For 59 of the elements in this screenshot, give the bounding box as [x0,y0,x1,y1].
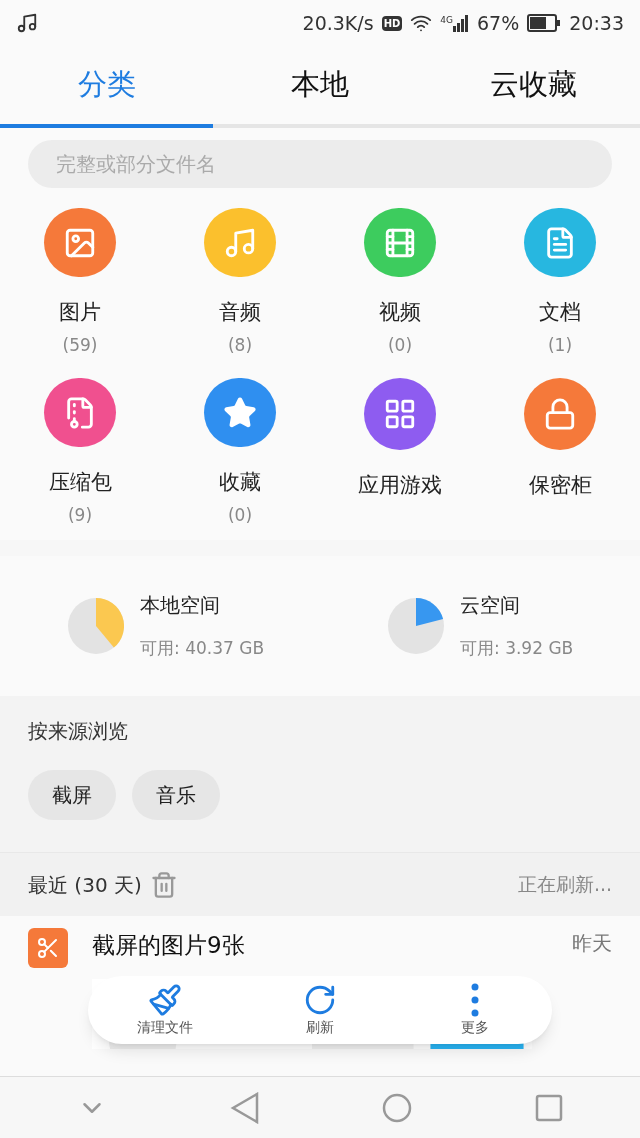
star-icon [223,395,257,430]
signal-icon [453,14,469,32]
home-icon[interactable] [382,1092,413,1123]
category-label: 文档 [539,299,581,326]
battery-percent: 67% [477,10,520,36]
category-item[interactable]: 收藏 (0) [160,378,320,528]
pie-chart [68,598,124,654]
storage-label: 云空间 [460,592,521,620]
category-count: (8) [227,333,253,357]
category-item[interactable]: 文档 (1) [480,208,640,358]
more-icon [470,982,479,1017]
storage-available: 可用: 3.92 GB [460,637,574,661]
category-item[interactable]: 视频 (0) [320,208,480,358]
category-item[interactable]: 保密柜 [480,378,640,528]
battery-icon [527,14,562,32]
recent-item-title[interactable]: 截屏的图片9张 [92,928,548,963]
category-item[interactable]: 音频 (8) [160,208,320,358]
search-field[interactable]: 完整或部分文件名 [28,140,612,188]
category-item[interactable]: 应用游戏 [320,378,480,528]
recent-item-date: 昨天 [572,930,612,957]
category-count: (59) [62,333,98,357]
tab[interactable]: 云收藏 [426,46,640,128]
category-count: (0) [227,503,253,527]
music-note-icon [16,12,38,34]
category-item[interactable]: 压缩包 (9) [0,378,160,528]
source-chip[interactable]: 音乐 [132,770,220,820]
hd-icon: HD [381,15,403,31]
network-type: 4G [440,14,453,27]
storage-available: 可用: 40.37 GB [140,637,265,661]
storage-label: 本地空间 [140,592,221,620]
category-count: (9) [67,503,93,527]
category-label: 收藏 [219,469,261,496]
lock-icon [543,397,577,431]
grid-icon [383,397,417,431]
category-count: (0) [387,333,413,357]
category-label: 视频 [379,299,421,326]
category-label: 音频 [219,299,261,326]
source-chip[interactable]: 截屏 [28,770,116,820]
category-label: 应用游戏 [358,472,442,499]
refresh-status: 正在刷新... [517,872,612,898]
toolbar-button[interactable]: 清理文件 [88,982,243,1038]
section-title: 最近 (30 天) [28,871,142,899]
network-speed: 20.3K/s [302,10,374,36]
pie-chart [388,598,444,654]
brush-icon [148,982,183,1017]
category-label: 图片 [59,299,101,326]
toolbar-button[interactable]: 刷新 [242,982,398,1038]
category-label: 压缩包 [48,469,112,496]
back-icon[interactable] [229,1091,260,1124]
clock: 20:33 [569,10,624,36]
section-title: 按来源浏览 [28,719,128,743]
toolbar-button[interactable]: 更多 [397,982,552,1038]
screenshot-folder-icon [28,928,68,968]
tab[interactable]: 本地 [213,46,427,128]
category-count: (1) [547,333,573,357]
recents-icon[interactable] [534,1093,563,1122]
trash-icon[interactable] [149,870,178,899]
category-label: 保密柜 [528,472,592,499]
category-item[interactable]: 图片 (59) [0,208,160,358]
